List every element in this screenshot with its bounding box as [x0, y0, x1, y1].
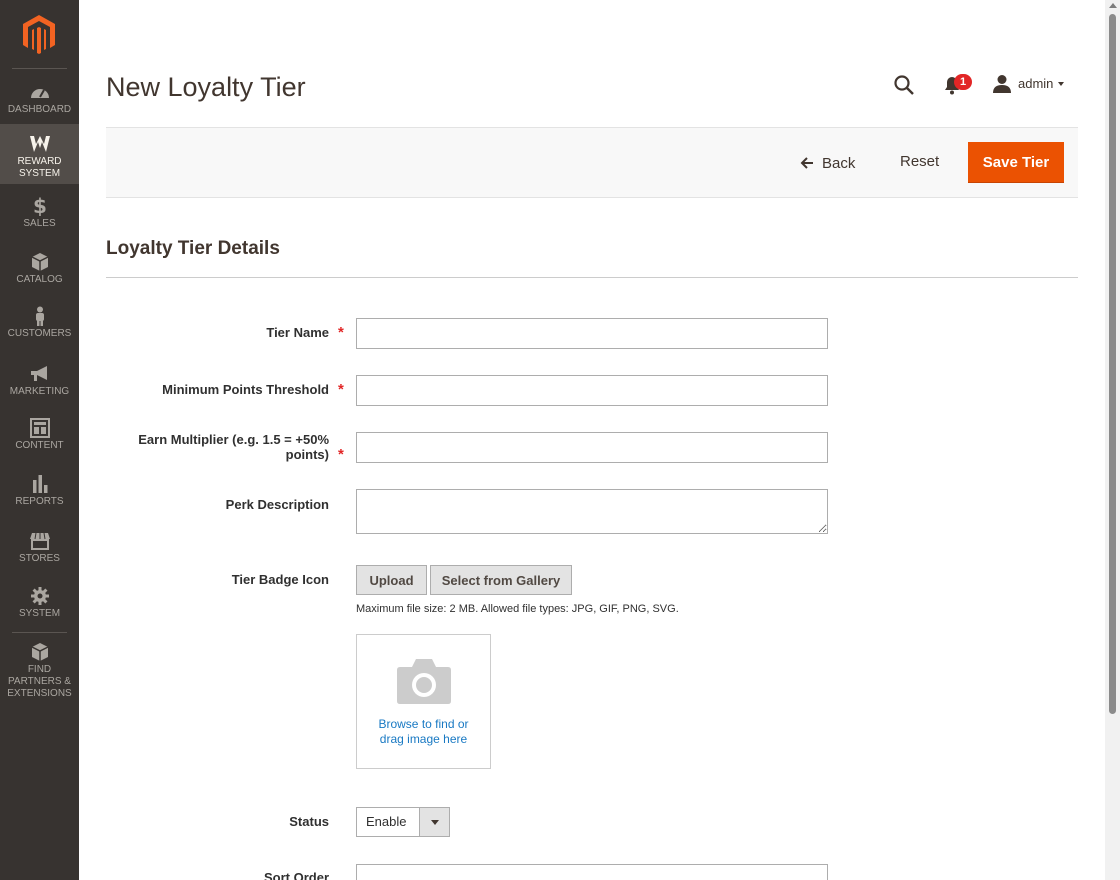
tier-name-label: Tier Name [266, 325, 329, 340]
earn-multiplier-label-line1: Earn Multiplier (e.g. 1.5 = +50% [138, 432, 329, 447]
save-tier-button[interactable]: Save Tier [968, 142, 1064, 183]
sidebar-item-dashboard[interactable]: DASHBOARD [0, 82, 79, 116]
partners-box-icon [31, 643, 48, 661]
earn-multiplier-label: Earn Multiplier (e.g. 1.5 = +50% points) [104, 432, 329, 462]
section-title: Loyalty Tier Details [106, 238, 280, 259]
reset-button[interactable]: Reset [900, 153, 939, 170]
catalog-box-icon [31, 253, 48, 271]
search-icon[interactable] [893, 74, 915, 96]
earn-multiplier-label-line2: points) [285, 447, 329, 462]
sidebar-item-customers[interactable]: CUSTOMERS [0, 306, 79, 340]
sidebar-item-reward-system[interactable]: REWARD SYSTEM [0, 124, 79, 184]
user-icon[interactable] [992, 74, 1012, 94]
earn-multiplier-input[interactable] [356, 432, 828, 463]
sort-order-label: Sort Order [263, 870, 329, 880]
reports-icon [32, 475, 47, 493]
image-dropzone[interactable]: Browse to find or drag image here [356, 634, 491, 769]
megaphone-icon [30, 366, 47, 381]
sort-order-input[interactable] [356, 864, 828, 880]
sidebar-item-catalog[interactable]: CATALOG [0, 252, 79, 286]
admin-sidebar: DASHBOARD REWARD SYSTEM $ SALES CATALOG … [0, 0, 79, 880]
scroll-thumb[interactable] [1109, 14, 1116, 714]
sidebar-item-label: DASHBOARD [7, 104, 72, 115]
sidebar-item-reports[interactable]: REPORTS [0, 474, 79, 508]
gear-icon [30, 587, 49, 605]
required-asterisk: * [338, 446, 344, 463]
sidebar-item-marketing[interactable]: MARKETING [0, 364, 79, 398]
back-button[interactable]: Back [800, 153, 855, 173]
notification-count-badge[interactable]: 1 [954, 74, 972, 90]
stores-icon [29, 532, 50, 550]
sidebar-item-label: REPORTS [15, 496, 64, 507]
sidebar-item-label: CUSTOMERS [7, 328, 72, 339]
sidebar-item-stores[interactable]: STORES [0, 531, 79, 565]
dropzone-text[interactable]: Browse to find or drag image here [357, 717, 490, 747]
sidebar-item-find-partners[interactable]: FIND PARTNERS & EXTENSIONS [0, 642, 79, 700]
perk-description-textarea[interactable] [356, 489, 828, 534]
sidebar-item-label: STORES [19, 553, 60, 564]
status-select[interactable]: Enable [356, 807, 450, 837]
reward-system-icon [29, 136, 50, 152]
chevron-down-icon[interactable] [419, 808, 449, 836]
scroll-up-arrow[interactable] [1109, 3, 1117, 8]
back-button-label: Back [822, 154, 856, 172]
sidebar-item-label: CONTENT [15, 440, 64, 451]
camera-icon [397, 659, 451, 704]
chevron-down-icon[interactable] [1058, 82, 1064, 86]
sidebar-item-label: SALES [23, 218, 56, 229]
upload-button[interactable]: Upload [356, 565, 427, 595]
sidebar-item-label: MARKETING [9, 386, 70, 397]
min-points-input[interactable] [356, 375, 828, 406]
required-asterisk: * [338, 324, 344, 341]
perk-description-label: Perk Description [225, 497, 329, 512]
page-title: New Loyalty Tier [106, 72, 306, 102]
sidebar-item-label: REWARD SYSTEM [17, 156, 62, 179]
content-icon [29, 418, 50, 438]
magento-logo-icon[interactable] [22, 14, 56, 54]
select-from-gallery-button[interactable]: Select from Gallery [430, 565, 572, 595]
tier-badge-icon-label: Tier Badge Icon [231, 572, 329, 587]
sidebar-item-system[interactable]: SYSTEM [0, 586, 79, 620]
sidebar-item-sales[interactable]: $ SALES [0, 196, 79, 230]
required-asterisk: * [338, 381, 344, 398]
tier-name-input[interactable] [356, 318, 828, 349]
sidebar-item-label: CATALOG [16, 274, 63, 285]
dropzone-text-line2[interactable]: drag image here [357, 732, 490, 747]
sidebar-divider [12, 68, 67, 69]
svg-text:$: $ [33, 196, 47, 216]
sidebar-item-content[interactable]: CONTENT [0, 418, 79, 452]
customer-person-icon [35, 306, 44, 326]
status-selected-value: Enable [366, 814, 407, 829]
sidebar-divider [12, 632, 67, 633]
back-arrow-icon [800, 157, 813, 169]
status-label: Status [289, 814, 329, 829]
section-divider [106, 277, 1078, 278]
dropzone-text-line1[interactable]: Browse to find or [357, 717, 490, 732]
page-scrollbar[interactable] [1105, 0, 1120, 880]
dollar-icon: $ [33, 196, 47, 216]
sidebar-item-label: SYSTEM [18, 608, 61, 619]
admin-username[interactable]: admin [1018, 76, 1053, 91]
min-points-label: Minimum Points Threshold [162, 382, 329, 397]
dashboard-icon [30, 89, 49, 98]
file-size-note: Maximum file size: 2 MB. Allowed file ty… [356, 603, 679, 615]
sidebar-item-label: FIND PARTNERS & EXTENSIONS [7, 664, 72, 699]
